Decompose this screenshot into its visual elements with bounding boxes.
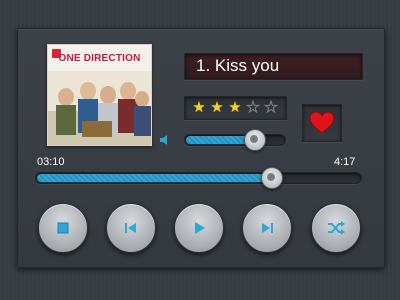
progress-fill — [37, 174, 274, 182]
speaker-icon — [160, 135, 167, 145]
album-cover-photo — [48, 71, 151, 145]
play-icon — [195, 222, 205, 234]
previous-button[interactable] — [106, 203, 156, 253]
star-icon[interactable]: ★ — [245, 98, 261, 116]
star-icon[interactable]: ★ — [263, 98, 279, 116]
rating-control[interactable]: ★ ★ ★ ★ ★ — [184, 96, 287, 120]
stop-button[interactable] — [38, 203, 88, 253]
album-cover: ONE DIRECTION — [47, 44, 152, 146]
shuffle-icon — [328, 221, 345, 235]
next-button[interactable] — [242, 203, 292, 253]
skip-forward-icon — [262, 223, 273, 233]
stop-icon — [57, 222, 69, 234]
play-button[interactable] — [174, 203, 224, 253]
volume-slider[interactable] — [184, 134, 286, 146]
total-time: 4:17 — [334, 156, 356, 168]
favorite-button[interactable] — [302, 104, 342, 142]
progress-knob[interactable] — [261, 167, 283, 189]
track-title: 1. Kiss you — [196, 56, 280, 75]
skip-back-icon — [125, 223, 136, 233]
album-cover-band-name: ONE DIRECTION — [58, 53, 141, 64]
elapsed-time: 03:10 — [37, 156, 65, 168]
heart-icon — [309, 111, 335, 134]
star-icon[interactable]: ★ — [191, 99, 207, 116]
progress-bar[interactable] — [35, 172, 362, 184]
shuffle-button[interactable] — [311, 203, 361, 253]
track-title-display: 1. Kiss you — [184, 53, 363, 80]
star-icon[interactable]: ★ — [227, 99, 243, 116]
star-icon[interactable]: ★ — [209, 99, 225, 116]
volume-knob[interactable] — [244, 129, 266, 151]
